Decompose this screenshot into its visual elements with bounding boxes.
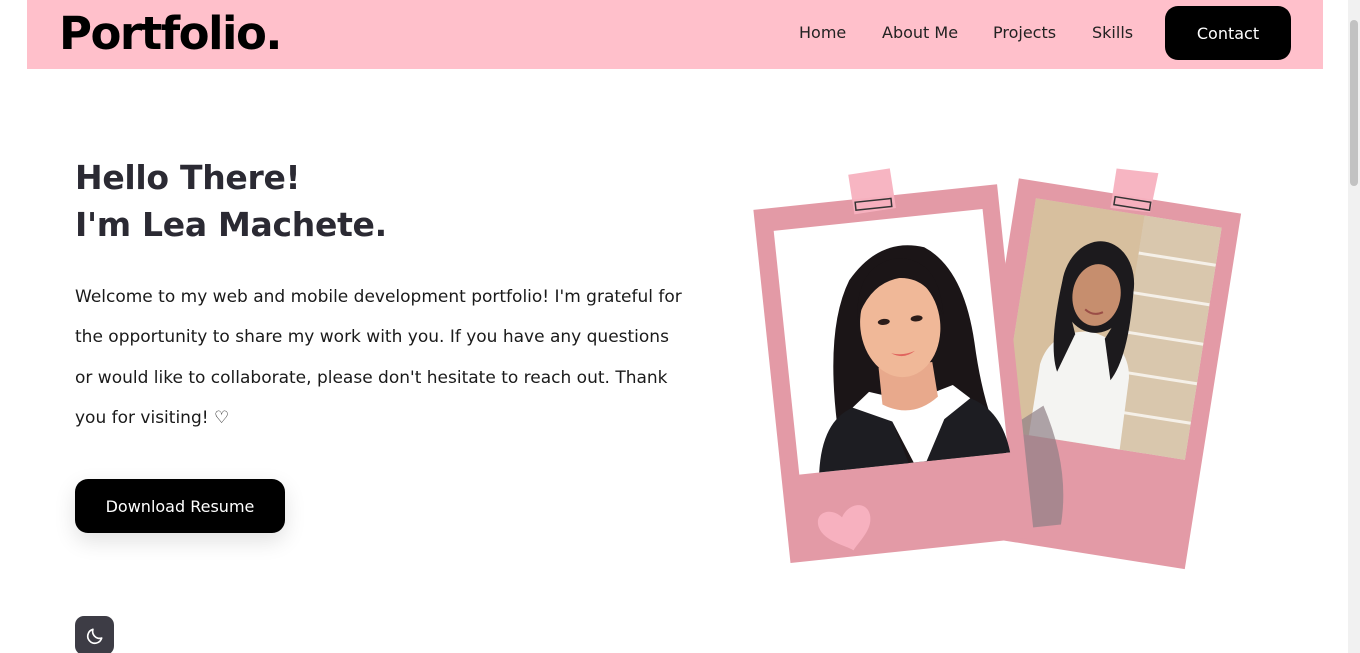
nav-skills[interactable]: Skills	[1092, 23, 1133, 43]
theme-toggle-button[interactable]	[75, 616, 114, 653]
site-logo[interactable]: Portfolio.	[59, 4, 282, 64]
moon-icon	[86, 628, 102, 644]
nav-home[interactable]: Home	[799, 23, 846, 43]
nav-projects[interactable]: Projects	[993, 23, 1056, 43]
site-header: Portfolio. Home About Me Projects Skills…	[27, 0, 1323, 69]
scrollbar-thumb[interactable]	[1350, 20, 1358, 186]
polaroid-photos	[740, 140, 1260, 580]
hero-heading: Hello There! I'm Lea Machete.	[75, 154, 387, 248]
download-resume-button[interactable]: Download Resume	[75, 479, 285, 533]
portfolio-page: Portfolio. Home About Me Projects Skills…	[0, 0, 1360, 653]
hero-greeting: Hello There!	[75, 158, 301, 197]
hero-name: I'm Lea Machete.	[75, 205, 387, 244]
nav-about-me[interactable]: About Me	[882, 23, 958, 43]
page-scrollbar[interactable]	[1348, 0, 1360, 653]
contact-button[interactable]: Contact	[1165, 6, 1291, 60]
hero-description: Welcome to my web and mobile development…	[75, 287, 682, 428]
